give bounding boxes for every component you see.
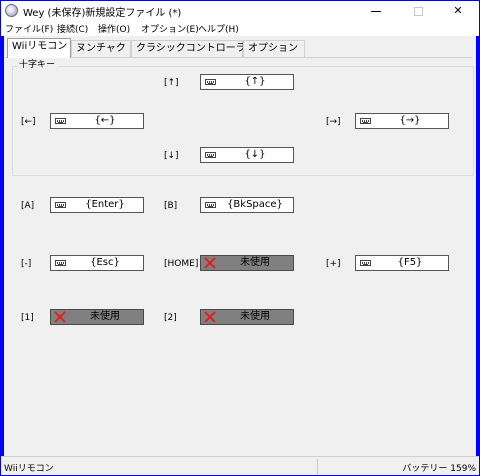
x-icon [204, 257, 216, 269]
menu-help[interactable]: ヘルプ(H) [198, 22, 239, 35]
button-a-value: {Enter} [85, 199, 125, 210]
dpad-up-field[interactable]: {↑} [200, 74, 294, 90]
dpad-down-value: {↓} [244, 149, 266, 160]
x-icon [204, 311, 216, 323]
dpad-group-legend: 十字キー [17, 60, 58, 71]
dpad-right-field[interactable]: {→} [355, 113, 449, 129]
button-b-field[interactable]: {BkSpace} [200, 197, 294, 213]
button-a-label: [A] [21, 201, 35, 211]
button-1-label: [1] [21, 313, 34, 323]
button-home-value: 未使用 [240, 257, 270, 268]
menu-file[interactable]: ファイル(F) [5, 22, 53, 35]
button-plus-label: [+] [326, 259, 341, 269]
tab-options[interactable]: オプション [243, 40, 305, 58]
status-separator [317, 459, 318, 474]
keyboard-icon [360, 260, 371, 266]
app-icon [5, 4, 18, 17]
status-battery: バッテリー 159% [402, 464, 476, 474]
button-home-field[interactable]: 未使用 [200, 255, 294, 271]
status-bar: Wiiリモコン バッテリー 159% [1, 456, 479, 475]
keyboard-icon [55, 260, 66, 266]
status-controller: Wiiリモコン [4, 464, 54, 474]
tab-wii-remote[interactable]: Wiiリモコン [7, 38, 71, 58]
dpad-left-value: {←} [94, 115, 116, 126]
minimize-button[interactable] [357, 1, 395, 20]
maximize-icon [413, 6, 423, 16]
keyboard-icon [205, 79, 216, 85]
tab-classic-controller[interactable]: クラシックコントローラ [131, 40, 246, 58]
keyboard-icon [205, 152, 216, 158]
menu-bar: ファイル(F) 接続(C) 操作(O) オプション(E) ヘルプ(H) [1, 20, 479, 36]
button-minus-field[interactable]: {Esc} [50, 255, 144, 271]
dpad-right-label: [→] [326, 117, 341, 127]
dpad-left-label: [←] [21, 117, 36, 127]
button-2-label: [2] [164, 313, 177, 323]
tab-nunchuk[interactable]: ヌンチャク [71, 40, 131, 58]
button-1-value: 未使用 [90, 311, 120, 322]
maximize-button[interactable] [399, 1, 437, 20]
dpad-up-value: {↑} [244, 76, 266, 87]
keyboard-icon [205, 202, 216, 208]
menu-options[interactable]: オプション(E) [141, 22, 199, 35]
x-icon [54, 311, 66, 323]
minimize-icon [371, 10, 381, 12]
button-1-field[interactable]: 未使用 [50, 309, 144, 325]
button-minus-value: {Esc} [90, 257, 120, 268]
window-title: Wey (未保存)新規設定ファイル (*) [23, 8, 182, 19]
dpad-up-label: [↑] [164, 78, 179, 88]
close-button[interactable]: ✕ [439, 1, 477, 20]
dpad-right-value: {→} [399, 115, 421, 126]
button-b-label: [B] [164, 201, 178, 211]
button-plus-field[interactable]: {F5} [355, 255, 449, 271]
keyboard-icon [55, 118, 66, 124]
button-plus-value: {F5} [397, 257, 423, 268]
title-bar[interactable]: Wey (未保存)新規設定ファイル (*) ✕ [0, 0, 480, 20]
button-2-field[interactable]: 未使用 [200, 309, 294, 325]
button-2-value: 未使用 [240, 311, 270, 322]
wii-remote-panel: 十字キー [↑] {↑} [←] {←} [→] {→} [↓] {↓} [A]… [6, 58, 474, 454]
close-icon: ✕ [453, 4, 463, 17]
dpad-down-field[interactable]: {↓} [200, 147, 294, 163]
keyboard-icon [55, 202, 66, 208]
client-area: Wiiリモコン ヌンチャク クラシックコントローラ オプション 十字キー [↑]… [4, 36, 476, 456]
button-b-value: {BkSpace} [227, 199, 283, 210]
button-a-field[interactable]: {Enter} [50, 197, 144, 213]
dpad-left-field[interactable]: {←} [50, 113, 144, 129]
menu-operation[interactable]: 操作(O) [98, 22, 130, 35]
button-home-label: [HOME] [164, 259, 199, 269]
app-window: Wey (未保存)新規設定ファイル (*) ✕ ファイル(F) 接続(C) 操作… [0, 0, 480, 476]
menu-connect[interactable]: 接続(C) [57, 22, 88, 35]
dpad-down-label: [↓] [164, 151, 179, 161]
button-minus-label: [-] [21, 259, 32, 269]
keyboard-icon [360, 118, 371, 124]
